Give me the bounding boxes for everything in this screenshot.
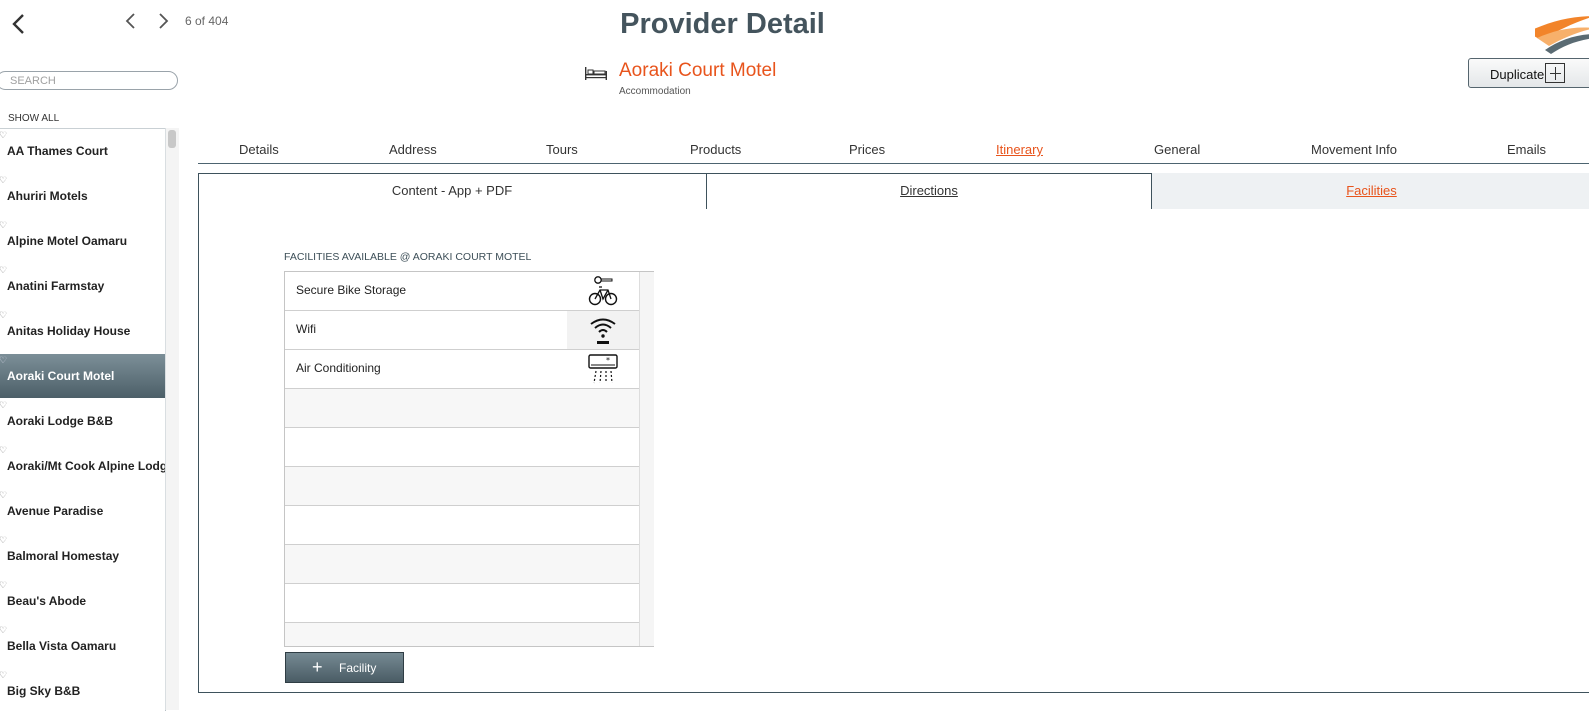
provider-list-item[interactable]: ♡Aoraki Court Motel — [0, 354, 165, 399]
tab-products[interactable]: Products — [690, 142, 741, 157]
page-title: Provider Detail — [620, 8, 825, 40]
favorite-heart-icon[interactable]: ♡ — [0, 130, 7, 141]
provider-list-item[interactable]: ♡Big Sky B&B — [0, 669, 165, 711]
provider-list-item[interactable]: ♡Anatini Farmstay — [0, 264, 165, 309]
search-input[interactable] — [0, 71, 178, 90]
provider-list-item[interactable]: ♡AA Thames Court — [0, 129, 165, 174]
provider-list-item[interactable]: ♡Alpine Motel Oamaru — [0, 219, 165, 264]
add-facility-label: Facility — [339, 661, 377, 675]
facility-row[interactable]: Air Conditioning * — [285, 350, 639, 389]
bed-icon — [583, 64, 609, 82]
provider-list-item[interactable]: ♡Aoraki Lodge B&B — [0, 399, 165, 444]
provider-list-item-label: Ahuriri Motels — [7, 189, 88, 203]
provider-list-item-label: Beau's Abode — [7, 594, 87, 608]
subtab-facilities[interactable]: Facilities — [1151, 173, 1589, 210]
provider-list-item-label: Big Sky B&B — [7, 684, 81, 698]
provider-list-item[interactable]: ♡Beau's Abode — [0, 579, 165, 624]
provider-name: Aoraki Court Motel — [619, 60, 777, 81]
provider-list-item-label: Anatini Farmstay — [7, 279, 105, 293]
facility-row[interactable]: Wifi — [285, 311, 639, 350]
duplicate-button[interactable]: Duplicate — [1468, 58, 1589, 88]
air-conditioner-icon: * — [567, 350, 639, 388]
tab-divider — [198, 163, 1589, 164]
tab-itinerary[interactable]: Itinerary — [996, 142, 1043, 157]
subtab-directions[interactable]: Directions — [706, 173, 1151, 210]
favorite-heart-icon[interactable]: ♡ — [0, 265, 7, 276]
provider-list-item[interactable]: ♡Ahuriri Motels — [0, 174, 165, 219]
scrollbar-thumb[interactable] — [168, 130, 176, 148]
provider-list-item[interactable]: ♡Balmoral Homestay — [0, 534, 165, 579]
provider-list-item-label: Anitas Holiday House — [7, 324, 131, 338]
facility-row-empty[interactable] — [285, 506, 639, 545]
tab-details[interactable]: Details — [239, 142, 279, 157]
add-facility-button[interactable]: + Facility — [285, 652, 404, 683]
provider-list-item-label: Bella Vista Oamaru — [7, 639, 117, 653]
provider-list-item[interactable]: ♡Aoraki/Mt Cook Alpine Lodge — [0, 444, 165, 489]
facility-label: Secure Bike Storage — [296, 283, 407, 297]
facility-row-empty[interactable] — [285, 467, 639, 506]
favorite-heart-icon[interactable]: ♡ — [0, 220, 7, 231]
duplicate-label: Duplicate — [1490, 67, 1545, 82]
provider-list-item-label: Aoraki/Mt Cook Alpine Lodge — [7, 459, 166, 473]
facility-row-empty[interactable] — [285, 623, 639, 646]
provider-list: ♡AA Thames Court♡Ahuriri Motels♡Alpine M… — [0, 128, 166, 711]
favorite-heart-icon[interactable]: ♡ — [0, 535, 7, 546]
plus-icon: + — [312, 657, 323, 677]
provider-list-scrollbar[interactable] — [165, 128, 179, 710]
favorite-heart-icon[interactable]: ♡ — [0, 175, 7, 186]
favorite-heart-icon[interactable]: ♡ — [0, 580, 7, 591]
plus-box-icon — [1545, 63, 1565, 83]
provider-list-item[interactable]: ♡Avenue Paradise — [0, 489, 165, 534]
subtab-content-app-pdf[interactable]: Content - App + PDF — [198, 173, 706, 210]
facilities-scrollbar[interactable] — [639, 272, 654, 646]
favorite-heart-icon[interactable]: ♡ — [0, 400, 7, 411]
facility-row-empty[interactable] — [285, 545, 639, 584]
tab-tours[interactable]: Tours — [546, 142, 578, 157]
tab-movement-info[interactable]: Movement Info — [1311, 142, 1397, 157]
tab-prices[interactable]: Prices — [849, 142, 885, 157]
facilities-heading: FACILITIES AVAILABLE @ AORAKI COURT MOTE… — [284, 251, 532, 263]
favorite-heart-icon[interactable]: ♡ — [0, 355, 7, 366]
provider-list-item-label: Avenue Paradise — [7, 504, 104, 518]
tab-address[interactable]: Address — [389, 142, 437, 157]
provider-list-item-label: Aoraki Court Motel — [7, 369, 115, 383]
provider-type: Accommodation — [619, 86, 691, 97]
provider-list-item-label: AA Thames Court — [7, 144, 108, 158]
facility-label: Wifi — [296, 322, 316, 336]
favorite-heart-icon[interactable]: ♡ — [0, 670, 7, 681]
facility-row-empty[interactable] — [285, 389, 639, 428]
favorite-heart-icon[interactable]: ♡ — [0, 310, 7, 321]
facilities-table: Secure Bike Storage Wifi Air Conditionin… — [284, 271, 654, 647]
provider-list-item[interactable]: ♡Anitas Holiday House — [0, 309, 165, 354]
favorite-heart-icon[interactable]: ♡ — [0, 625, 7, 636]
facility-row-empty[interactable] — [285, 428, 639, 467]
show-all-link[interactable]: SHOW ALL — [8, 113, 59, 124]
facility-row-empty[interactable] — [285, 584, 639, 623]
wifi-icon — [567, 311, 639, 349]
bike-lock-icon — [567, 272, 639, 310]
favorite-heart-icon[interactable]: ♡ — [0, 490, 7, 501]
provider-list-item-label: Balmoral Homestay — [7, 549, 120, 563]
provider-list-item-label: Aoraki Lodge B&B — [7, 414, 114, 428]
facility-label: Air Conditioning — [296, 361, 381, 375]
provider-list-item-label: Alpine Motel Oamaru — [7, 234, 128, 248]
facility-row[interactable]: Secure Bike Storage — [285, 272, 639, 311]
provider-list-item[interactable]: ♡Bella Vista Oamaru — [0, 624, 165, 669]
svg-text:*: * — [606, 356, 610, 365]
logo — [1535, 8, 1589, 58]
favorite-heart-icon[interactable]: ♡ — [0, 445, 7, 456]
tab-emails[interactable]: Emails — [1507, 142, 1546, 157]
tab-general[interactable]: General — [1154, 142, 1200, 157]
